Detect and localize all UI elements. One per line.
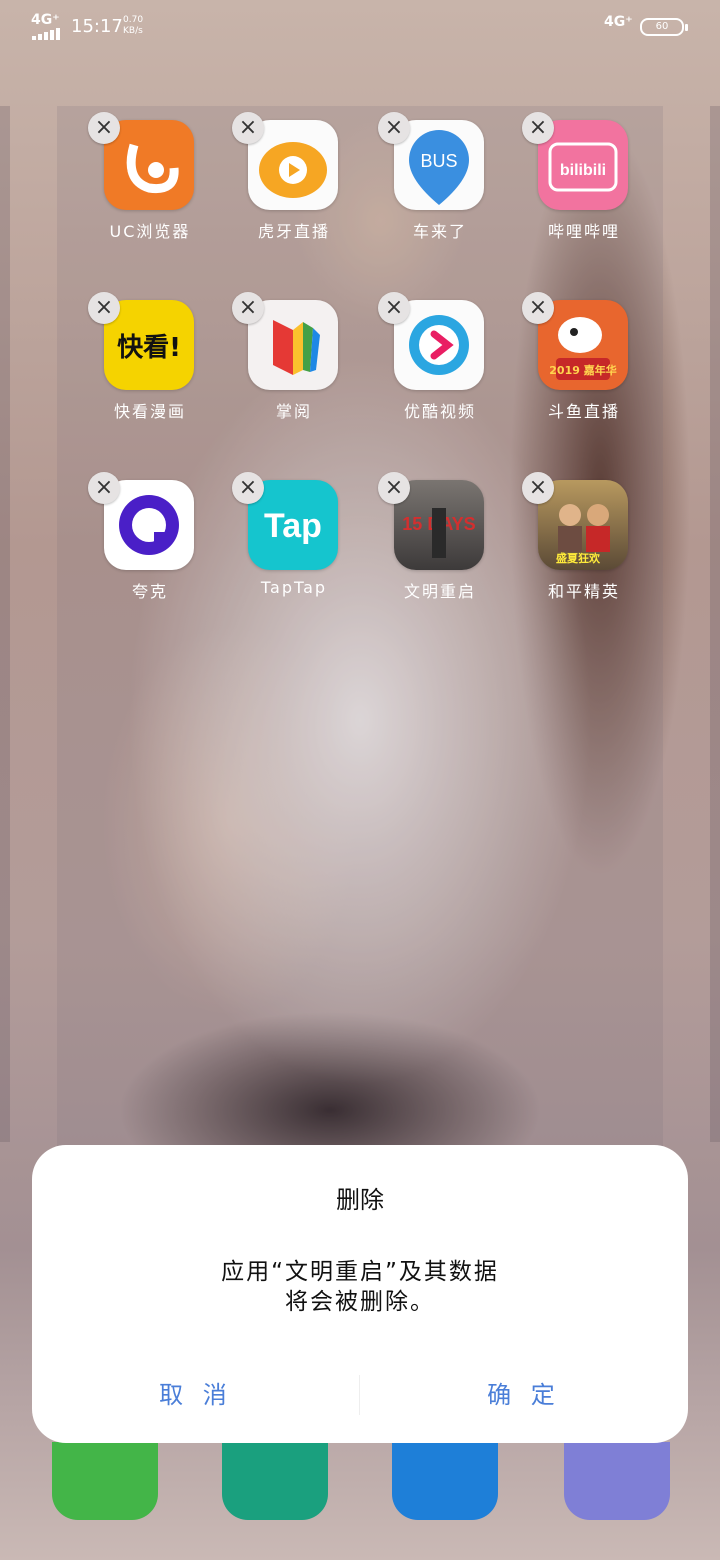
app-civilization-reboot[interactable]: 15 DAYS 文明重启 × (370, 466, 490, 626)
battery-icon: 60 (640, 18, 688, 36)
app-label: 夸克 (131, 582, 168, 601)
browser-icon[interactable] (564, 1442, 670, 1520)
app-label: 文明重启 (403, 582, 476, 601)
app-youku[interactable]: 优酷视频 × (370, 286, 490, 446)
kuaikan-icon-text: 快看! (117, 333, 181, 363)
app-chelaile[interactable]: BUS 车来了 × (370, 106, 490, 266)
signal-type-left: 4G⁺ (31, 12, 60, 28)
signal-type-right: 4G⁺ (604, 14, 633, 30)
app-douyu[interactable]: 2019 嘉年华 斗鱼直播 × (514, 286, 634, 446)
app-label: UC浏览器 (109, 222, 191, 241)
delete-badge-close-icon[interactable]: × (522, 112, 554, 144)
dialog-message-line2: 将会被删除。 (285, 1289, 435, 1315)
douyu-icon-text: 2019 嘉年华 (549, 363, 616, 377)
delete-badge-close-icon[interactable]: × (88, 472, 120, 504)
cancel-button[interactable]: 取 消 (32, 1375, 360, 1410)
app-label: 快看漫画 (113, 402, 186, 421)
battery-level: 60 (655, 21, 669, 32)
network-speed-value: 0.70 (123, 15, 144, 25)
delete-badge-close-icon[interactable]: × (232, 292, 264, 324)
app-quark[interactable]: 夸克 × (80, 466, 200, 626)
delete-badge-close-icon[interactable]: × (378, 112, 410, 144)
adjacent-page-left (0, 106, 10, 1142)
delete-badge-close-icon[interactable]: × (522, 472, 554, 504)
clock: 15:17 (71, 16, 123, 37)
dialog-message: 应用“文明重启”及其数据 将会被删除。 (120, 1257, 600, 1317)
delete-badge-close-icon[interactable]: × (378, 472, 410, 504)
dock (0, 1440, 720, 1560)
network-speed: 0.70 KB/s (123, 15, 143, 37)
bus-icon-text: BUS (420, 151, 457, 171)
phone-icon[interactable] (52, 1442, 158, 1520)
app-kuaikan[interactable]: 快看! 快看漫画 × (80, 286, 200, 446)
app-label: 掌阅 (275, 402, 312, 421)
app-zhangyue[interactable]: 掌阅 × (224, 286, 344, 446)
contacts-icon[interactable] (222, 1442, 328, 1520)
bilibili-icon-text: bilibili (560, 162, 606, 179)
app-taptap[interactable]: Tap TapTap × (224, 466, 344, 626)
adjacent-page-right (710, 106, 720, 1142)
peacekeeper-icon-text: 盛夏狂欢 (556, 551, 601, 565)
app-huya[interactable]: 虎牙直播 × (224, 106, 344, 266)
dialog-message-line1: 应用“文明重启”及其数据 (221, 1259, 499, 1285)
app-label: 和平精英 (547, 582, 620, 601)
messages-icon[interactable] (392, 1442, 498, 1520)
delete-badge-close-icon[interactable]: × (88, 292, 120, 324)
network-speed-unit: KB/s (123, 26, 143, 36)
app-label: 车来了 (412, 222, 467, 241)
taptap-icon-text: Tap (264, 507, 322, 545)
delete-badge-close-icon[interactable]: × (232, 112, 264, 144)
app-peacekeeper-elite[interactable]: 盛夏狂欢 和平精英 × (514, 466, 634, 626)
app-uc-browser[interactable]: UC浏览器 × (80, 106, 200, 266)
signal-bars-icon (32, 28, 64, 40)
app-label: TapTap (260, 578, 328, 597)
delete-badge-close-icon[interactable]: × (232, 472, 264, 504)
delete-confirm-dialog: 删除 应用“文明重启”及其数据 将会被删除。 取 消 确 定 (32, 1145, 688, 1443)
delete-badge-close-icon[interactable]: × (522, 292, 554, 324)
status-bar: 4G⁺ 15:17 0.70 KB/s 4G⁺ 60 (0, 0, 720, 54)
app-label: 虎牙直播 (257, 222, 330, 241)
dialog-title: 删除 (336, 1186, 384, 1214)
delete-badge-close-icon[interactable]: × (378, 292, 410, 324)
delete-badge-close-icon[interactable]: × (88, 112, 120, 144)
app-label: 哔哩哔哩 (547, 222, 620, 241)
app-label: 斗鱼直播 (547, 402, 620, 421)
app-label: 优酷视频 (403, 402, 476, 421)
confirm-button[interactable]: 确 定 (360, 1375, 688, 1410)
app-bilibili[interactable]: bilibili 哔哩哔哩 × (514, 106, 634, 266)
